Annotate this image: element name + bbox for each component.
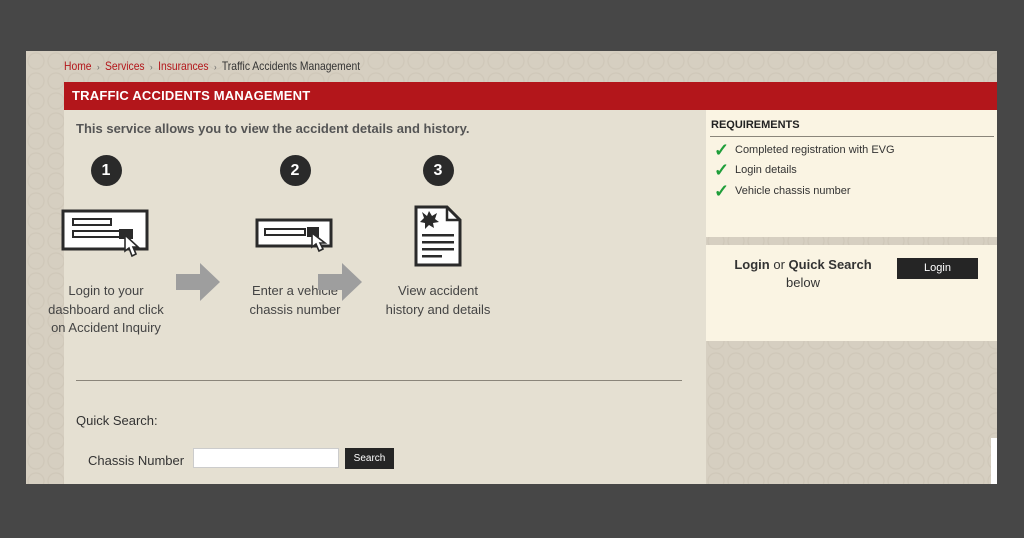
divider (76, 380, 682, 381)
breadcrumb-insurances[interactable]: Insurances (158, 59, 208, 73)
breadcrumb-current: Traffic Accidents Management (221, 59, 361, 73)
page: Home › Services › Insurances › Traffic A… (26, 51, 997, 484)
requirements-title: REQUIREMENTS (711, 119, 800, 131)
below-word: below (786, 275, 820, 290)
check-icon: ✓ (714, 140, 730, 160)
chassis-number-input[interactable] (193, 448, 339, 468)
requirement-item: ✓ Completed registration with EVG (714, 140, 895, 160)
requirements-panel: REQUIREMENTS ✓ Completed registration wi… (706, 110, 997, 237)
quick-search-word: Quick Search (788, 257, 872, 272)
requirement-item: ✓ Vehicle chassis number (714, 181, 851, 201)
breadcrumb-services[interactable]: Services (105, 59, 145, 73)
arrow-right-icon (318, 263, 362, 306)
search-button[interactable]: Search (345, 448, 394, 469)
requirement-text: Login details (735, 164, 797, 176)
login-button[interactable]: Login (897, 258, 978, 279)
login-word: Login (734, 257, 770, 272)
check-icon: ✓ (714, 181, 730, 201)
breadcrumb-home[interactable]: Home (64, 59, 92, 73)
step-1: 1 Login to your dashboard and click on A… (46, 155, 166, 338)
requirement-item: ✓ Login details (714, 160, 797, 180)
chassis-entry-icon (235, 201, 355, 271)
requirement-text: Vehicle chassis number (735, 185, 851, 197)
breadcrumb-separator-icon: › (150, 62, 153, 72)
service-intro: This service allows you to view the acci… (76, 121, 470, 136)
step-caption: View accident history and details (385, 283, 491, 317)
main-content: This service allows you to view the acci… (48, 110, 706, 484)
requirement-text: Completed registration with EVG (735, 144, 895, 156)
check-icon: ✓ (714, 160, 730, 180)
or-word: or (773, 257, 785, 272)
dashboard-click-icon (46, 201, 166, 271)
breadcrumb-separator-icon: › (96, 62, 100, 72)
scrollbar-edge (991, 438, 997, 484)
breadcrumb: Home › Services › Insurances › Traffic A… (64, 59, 360, 73)
breadcrumb-separator-icon: › (214, 62, 217, 72)
login-panel: Login or Quick Search below Login (706, 245, 997, 341)
requirements-divider (710, 136, 994, 137)
arrow-right-icon (176, 263, 220, 306)
login-prompt: Login or Quick Search below (706, 256, 900, 292)
step-3: 3 View accident history and details (378, 155, 498, 319)
step-caption: Login to your dashboard and click on Acc… (48, 283, 164, 335)
chassis-number-label: Chassis Number (88, 453, 185, 468)
step-number: 2 (279, 155, 311, 186)
document-icon (378, 201, 498, 271)
step-number: 1 (90, 155, 122, 186)
page-title: TRAFFIC ACCIDENTS MANAGEMENT (64, 82, 997, 110)
quick-search-label: Quick Search: (76, 413, 158, 428)
step-number: 3 (422, 155, 454, 186)
